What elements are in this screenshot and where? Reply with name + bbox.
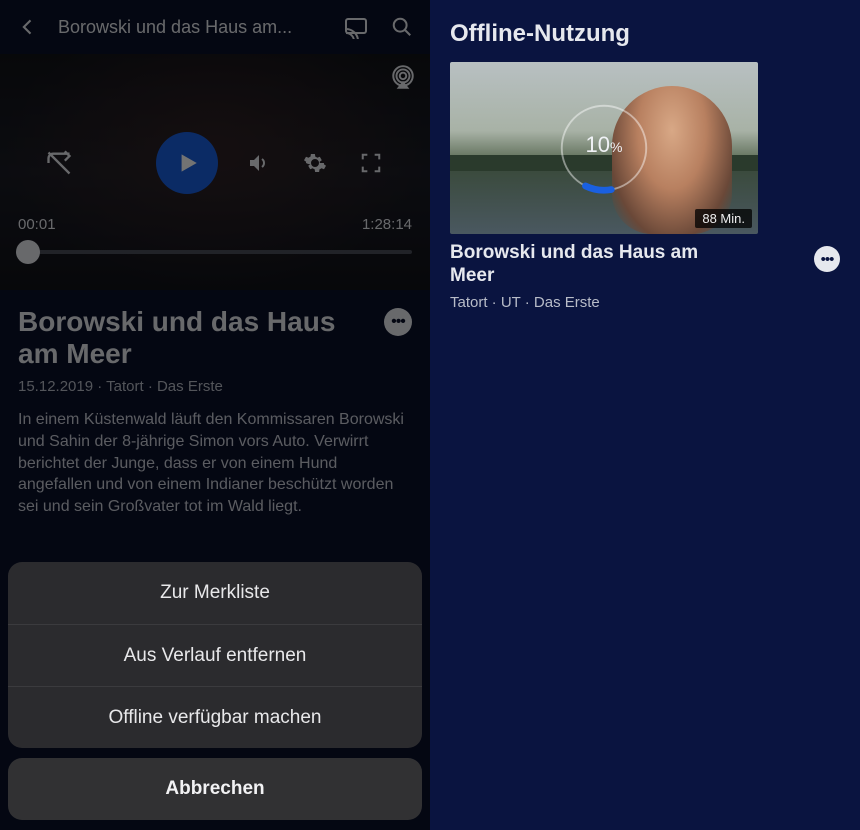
fullscreen-icon[interactable]	[356, 148, 386, 178]
video-meta: 15.12.2019 · Tatort · Das Erste	[18, 378, 412, 395]
offline-screen: Offline-Nutzung 10% 88 Min. Borowski und…	[430, 0, 860, 830]
duration-badge: 88 Min.	[695, 209, 752, 228]
progress-bar[interactable]	[18, 250, 412, 254]
download-progress-label: 10%	[586, 132, 623, 158]
sheet-item-watchlist[interactable]: Zur Merkliste	[8, 562, 422, 624]
download-item[interactable]: 10% 88 Min.	[430, 62, 860, 234]
video-player[interactable]: 00:01 1:28:14	[0, 54, 430, 290]
airplay-icon[interactable]	[390, 64, 416, 90]
download-subtitle: Tatort · UT · Das Erste	[450, 294, 710, 311]
sheet-cancel-button[interactable]: Abbrechen	[8, 758, 422, 820]
top-bar: Borowski und das Haus am...	[0, 0, 430, 54]
video-description: In einem Küstenwald läuft den Kommissare…	[18, 409, 412, 517]
search-icon[interactable]	[382, 7, 422, 47]
header-title: Borowski und das Haus am...	[54, 17, 330, 38]
detail-screen: Borowski und das Haus am...	[0, 0, 430, 830]
time-total: 1:28:14	[362, 216, 412, 233]
action-sheet-group: Zur Merkliste Aus Verlauf entfernen Offl…	[8, 562, 422, 748]
progress-thumb[interactable]	[16, 240, 40, 264]
sheet-item-remove-history[interactable]: Aus Verlauf entfernen	[8, 624, 422, 686]
download-title: Borowski und das Haus am Meer	[450, 242, 710, 288]
back-button[interactable]	[8, 7, 48, 47]
player-controls	[0, 132, 430, 194]
download-thumbnail: 10% 88 Min.	[450, 62, 758, 234]
play-button[interactable]	[156, 132, 218, 194]
volume-icon[interactable]	[244, 148, 274, 178]
action-sheet: Zur Merkliste Aus Verlauf entfernen Offl…	[8, 562, 422, 820]
download-more-button[interactable]: •••	[814, 246, 840, 272]
repeat-off-icon[interactable]	[44, 148, 74, 178]
download-meta-row: Borowski und das Haus am Meer Tatort · U…	[430, 234, 860, 319]
details-section: Borowski und das Haus am Meer ••• 15.12.…	[0, 290, 430, 527]
cast-icon[interactable]	[336, 7, 376, 47]
time-current: 00:01	[18, 216, 56, 233]
offline-header: Offline-Nutzung	[430, 0, 860, 62]
video-title: Borowski und das Haus am Meer	[18, 306, 348, 370]
time-row: 00:01 1:28:14	[0, 216, 430, 233]
more-options-button[interactable]: •••	[384, 308, 412, 336]
sheet-item-offline[interactable]: Offline verfügbar machen	[8, 686, 422, 748]
settings-gear-icon[interactable]	[300, 148, 330, 178]
